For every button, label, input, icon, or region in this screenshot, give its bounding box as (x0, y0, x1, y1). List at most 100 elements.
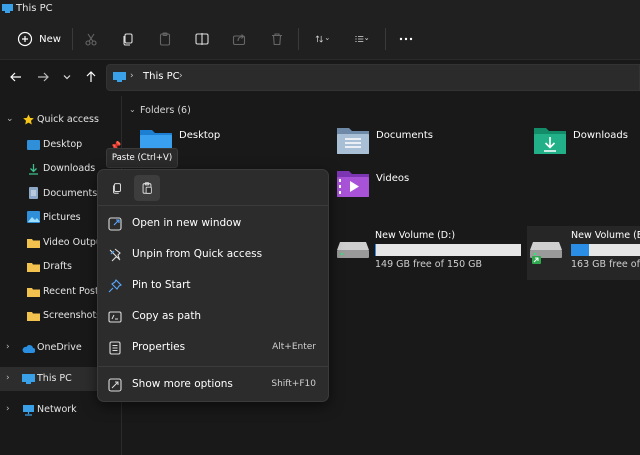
sidebar-item-quick-access[interactable]: ⌄ Quick access (0, 108, 122, 132)
star-icon (23, 114, 34, 125)
arrow-left-icon (10, 72, 21, 82)
context-menu-quick-actions (98, 170, 328, 206)
more-button[interactable] (397, 27, 415, 51)
paste-tooltip: Paste (Ctrl+V) (106, 148, 178, 168)
context-show-more-options[interactable]: Show more options Shift+F10 (102, 372, 324, 398)
documents-folder-icon (337, 128, 369, 154)
folder-icon (27, 239, 40, 248)
videos-folder-icon (337, 171, 369, 197)
rename-button[interactable] (193, 27, 211, 51)
sidebar-label: Desktop (43, 139, 83, 150)
cut-button[interactable] (82, 27, 100, 51)
view-icon (355, 35, 369, 43)
folder-name: Desktop (179, 130, 221, 141)
chevron-right-icon[interactable]: › (6, 373, 10, 383)
sidebar-label: Network (37, 404, 77, 415)
paste-icon (159, 32, 171, 46)
sidebar-label: OneDrive (37, 342, 82, 353)
folder-icon (27, 288, 40, 297)
context-properties[interactable]: Properties Alt+Enter (102, 335, 324, 361)
document-icon (29, 187, 38, 199)
plus-circle-icon (17, 31, 33, 47)
chevron-down-icon[interactable]: ⌄ (129, 105, 136, 114)
address-bar[interactable]: › This PC › (106, 64, 640, 91)
cut-icon (85, 33, 97, 46)
sidebar-label: Video Output (43, 237, 99, 248)
folder-downloads[interactable]: Downloads (533, 126, 640, 166)
computer-icon (113, 72, 126, 82)
folder-name: Videos (376, 173, 410, 184)
drive-usage-bar (375, 244, 521, 256)
context-item-label: Pin to Start (132, 279, 191, 291)
context-item-shortcut: Shift+F10 (271, 379, 316, 389)
drive-d[interactable]: New Volume (D:) 149 GB free of 150 GB (333, 226, 523, 280)
context-item-label: Properties (132, 341, 186, 353)
context-item-label: Show more options (132, 378, 233, 390)
drive-name: New Volume (D:) (375, 230, 456, 241)
context-unpin-quick-access[interactable]: Unpin from Quick access (102, 242, 324, 268)
new-button[interactable]: New (14, 27, 64, 51)
sidebar-item-desktop[interactable]: Desktop (0, 133, 122, 157)
sidebar-label: This PC (37, 373, 72, 384)
copy-path-icon (108, 311, 122, 323)
sidebar-label: Quick access (37, 114, 99, 125)
view-button[interactable] (350, 27, 374, 51)
unpin-icon (109, 248, 121, 262)
context-menu: Open in new window Unpin from Quick acce… (97, 169, 329, 402)
paste-button[interactable] (156, 27, 174, 51)
copy-button[interactable] (119, 27, 137, 51)
back-button[interactable] (8, 69, 24, 85)
paste-icon (142, 182, 152, 194)
sort-icon (315, 35, 329, 43)
context-item-label: Copy as path (132, 310, 202, 322)
up-button[interactable] (83, 69, 99, 85)
computer-icon (22, 374, 35, 384)
drive-free-space: 163 GB free of 20 (571, 259, 640, 270)
chevron-right-icon[interactable]: › (6, 342, 10, 352)
cloud-icon (22, 345, 35, 353)
sidebar-item-this-pc[interactable]: › This PC (0, 367, 98, 391)
sidebar-label: Recent Posts (43, 286, 104, 297)
folder-videos[interactable]: Videos (336, 169, 526, 209)
toolbar-divider (72, 28, 73, 50)
sidebar-label: Screenshots (43, 310, 102, 321)
computer-icon (2, 4, 13, 13)
share-icon (232, 34, 246, 46)
delete-icon (272, 33, 282, 46)
desktop-folder-icon (27, 140, 40, 150)
forward-button[interactable] (35, 69, 51, 85)
chevron-right-icon[interactable]: › (6, 404, 10, 414)
context-pin-to-start[interactable]: Pin to Start (102, 273, 324, 299)
group-header-folders[interactable]: Folders (6) (140, 105, 191, 116)
context-copy-button[interactable] (104, 175, 130, 201)
context-paste-button[interactable] (134, 175, 160, 201)
context-item-label: Open in new window (132, 217, 242, 229)
context-item-shortcut: Alt+Enter (272, 342, 316, 352)
properties-icon (109, 341, 121, 355)
drive-free-space: 149 GB free of 150 GB (375, 259, 483, 270)
arrow-right-icon (38, 72, 49, 82)
arrow-up-icon (86, 71, 96, 82)
copy-icon (113, 183, 121, 194)
context-copy-as-path[interactable]: Copy as path (102, 304, 324, 330)
breadcrumb-chevron-icon[interactable]: › (179, 71, 183, 81)
chevron-down-icon (63, 75, 71, 80)
drive-e[interactable]: New Volume (E:) 163 GB free of 20 (527, 226, 640, 280)
delete-button[interactable] (268, 27, 286, 51)
sort-button[interactable] (310, 27, 336, 51)
breadcrumb-this-pc[interactable]: This PC (143, 71, 180, 82)
drive-name: New Volume (E:) (571, 230, 640, 241)
breadcrumb-chevron-icon[interactable]: › (130, 71, 134, 81)
context-open-new-window[interactable]: Open in new window (102, 211, 324, 237)
context-menu-divider (98, 366, 328, 367)
chevron-down-icon[interactable]: ⌄ (6, 114, 14, 124)
sidebar-label: Pictures (43, 212, 81, 223)
share-button[interactable] (230, 27, 248, 51)
folder-documents[interactable]: Documents (336, 126, 526, 166)
hard-drive-icon (337, 242, 369, 258)
window-title: This PC (16, 3, 53, 14)
recent-locations-button[interactable] (59, 69, 75, 85)
pin-icon (108, 279, 122, 293)
command-bar: New (0, 18, 640, 60)
sidebar-label: Documents (43, 188, 98, 199)
